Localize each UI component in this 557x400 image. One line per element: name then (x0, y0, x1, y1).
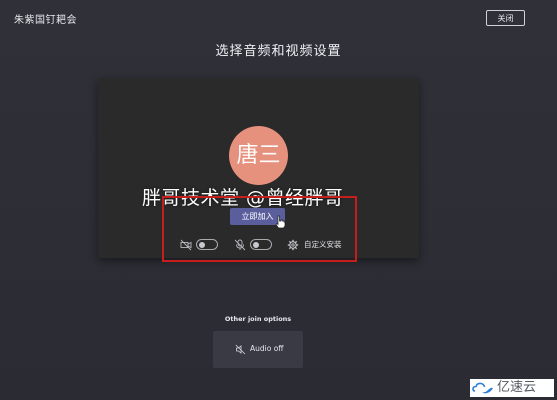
camera-off-icon[interactable] (180, 239, 192, 251)
pre-join-screen: 朱紫国钉耙会 关闭 选择音频和视频设置 唐三 胖哥技术堂 @曾经胖哥 立即加入 (0, 0, 557, 400)
meeting-title: 朱紫国钉耙会 (14, 15, 77, 26)
audio-off-button[interactable]: Audio off (213, 331, 303, 368)
brand-logo: 亿速云 (470, 379, 554, 397)
device-controls: 自定义安装 (180, 238, 360, 252)
audio-off-label: Audio off (250, 344, 284, 353)
hand-cursor-icon (275, 215, 286, 229)
video-preview: 唐三 胖哥技术堂 @曾经胖哥 立即加入 自定义安装 (98, 78, 419, 258)
mic-toggle[interactable] (250, 239, 272, 250)
other-join-options-title: Other join options (224, 315, 292, 323)
gear-icon[interactable] (287, 239, 299, 251)
brand-name: 亿速云 (497, 380, 537, 395)
avatar: 唐三 (229, 126, 288, 185)
toggle-knob (253, 241, 259, 248)
mic-off-icon[interactable] (234, 239, 246, 251)
page-title: 选择音频和视频设置 (215, 44, 342, 59)
camera-toggle[interactable] (196, 239, 218, 250)
toggle-knob (199, 241, 205, 248)
close-button[interactable]: 关闭 (486, 10, 525, 26)
cloud-logo-icon (472, 382, 493, 394)
speaker-off-icon (235, 344, 246, 355)
device-settings-link[interactable]: 自定义安装 (304, 239, 342, 250)
watermark-text: 胖哥技术堂 @曾经胖哥 (142, 187, 344, 209)
